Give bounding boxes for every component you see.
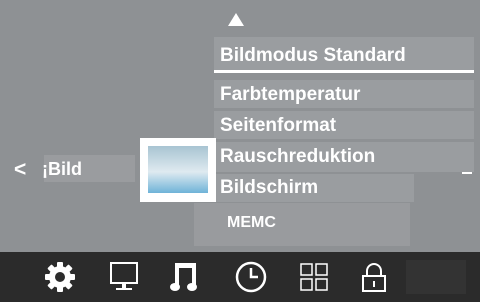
scroll-up-arrow-icon[interactable]: [228, 13, 244, 26]
lock-icon[interactable]: [356, 259, 392, 295]
picture-settings-screen: Bildmodus Standard Farbtemperatur Seiten…: [0, 0, 480, 302]
submenu-memc-label: MEMC: [227, 214, 276, 231]
picture-thumbnail-icon: [148, 146, 208, 193]
menu-item-color-temperature[interactable]: Farbtemperatur: [220, 84, 360, 106]
music-icon[interactable]: [167, 259, 203, 295]
menu-title-underline: [214, 70, 474, 73]
clock-icon[interactable]: [233, 259, 269, 295]
monitor-icon[interactable]: [106, 259, 142, 295]
bottom-bar-empty-slot: [406, 260, 466, 294]
menu-title-picture-mode[interactable]: Bildmodus Standard: [220, 45, 406, 67]
grid-icon[interactable]: [296, 259, 332, 295]
menu-item-screen[interactable]: Bildschirm: [220, 177, 318, 199]
menu-item-aspect-ratio[interactable]: Seitenformat: [220, 115, 336, 137]
back-arrow-icon[interactable]: <: [14, 158, 26, 182]
menu-item-noise-reduction[interactable]: Rauschreduktion: [220, 146, 375, 168]
selection-tick: [462, 172, 472, 174]
back-picture-label[interactable]: ¡Bild: [42, 159, 82, 180]
gear-icon[interactable]: [42, 259, 78, 295]
